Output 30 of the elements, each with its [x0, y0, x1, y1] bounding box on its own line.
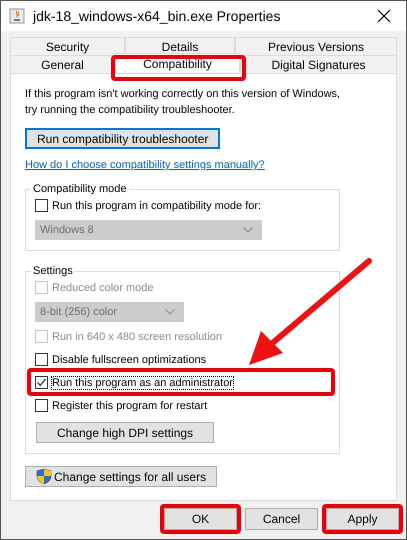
- checkbox-label[interactable]: Run this program in compatibility mode for:: [52, 200, 262, 212]
- tab[interactable]: Security: [10, 37, 125, 55]
- close-icon[interactable]: [376, 8, 392, 24]
- tab[interactable]: Digital Signatures: [240, 55, 397, 73]
- shield-icon: [36, 468, 52, 485]
- dpi-settings-button[interactable]: Change high DPI settings: [36, 422, 214, 443]
- dialog-button[interactable]: Cancel: [245, 508, 318, 530]
- intro-text: If this program isn't working correctly on this version of Windows,: [25, 87, 340, 102]
- checkbox-label[interactable]: Disable fullscreen optimizations: [52, 354, 206, 366]
- dialog-button[interactable]: Apply: [326, 508, 399, 530]
- checkbox-label[interactable]: Run this program as an administrator: [52, 376, 233, 388]
- window-title: jdk-18_windows-x64_bin.exe Properties: [33, 8, 282, 24]
- chevron-icon: [243, 227, 253, 233]
- group-title: Compatibility mode: [32, 183, 128, 195]
- group-title: Settings: [32, 265, 74, 277]
- tab[interactable]: General: [10, 55, 115, 73]
- checkbox-label[interactable]: Register this program for restart: [52, 400, 208, 412]
- app-icon: [9, 8, 25, 24]
- checkbox[interactable]: [35, 399, 48, 412]
- all-users-button[interactable]: Change settings for all users: [25, 466, 218, 487]
- chevron-icon: [165, 309, 175, 315]
- tab[interactable]: Previous Versions: [235, 37, 397, 55]
- checkbox[interactable]: [35, 376, 48, 389]
- dialog-button[interactable]: OK: [164, 508, 237, 530]
- check-icon: [36, 377, 47, 388]
- troubleshooter-button[interactable]: Run compatibility troubleshooter: [25, 128, 220, 149]
- checkbox[interactable]: [35, 353, 48, 366]
- intro-text: try running the compatibility troubleshooter.: [25, 103, 236, 118]
- help-link[interactable]: How do I choose compatibility settings manually?: [25, 159, 265, 171]
- checkbox[interactable]: [35, 199, 48, 212]
